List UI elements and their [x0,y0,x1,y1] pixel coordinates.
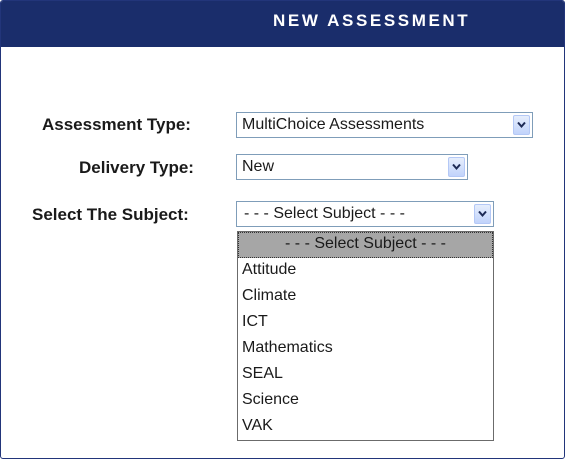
assessment-type-label: Assessment Type: [42,115,191,134]
chevron-down-icon [517,121,526,129]
delivery-type-value: New [242,158,275,175]
subject-option[interactable]: Mathematics [238,336,493,362]
subject-option[interactable]: Science [238,388,493,414]
assessment-type-value: MultiChoice Assessments [242,116,425,133]
chevron-down-icon [452,163,461,171]
delivery-type-dropdown-button[interactable] [448,157,465,177]
subject-select[interactable]: - - - Select Subject - - - [236,201,494,227]
chevron-down-icon [478,210,487,218]
subject-option[interactable]: Attitude [238,258,493,284]
new-assessment-panel: NEW ASSESSMENT Assessment Type: MultiCho… [0,0,565,459]
subject-option[interactable]: - - - Select Subject - - - [238,232,493,258]
assessment-type-dropdown-button[interactable] [513,115,530,135]
delivery-type-select[interactable]: New [236,154,468,180]
subject-label: Select The Subject: [32,205,189,224]
page-title: NEW ASSESSMENT [273,11,471,30]
subject-option[interactable]: Climate [238,284,493,310]
subject-value: - - - Select Subject - - - [244,205,405,222]
assessment-type-select[interactable]: MultiChoice Assessments [236,112,533,138]
subject-option[interactable]: ICT [238,310,493,336]
subject-option[interactable]: VAK [238,414,493,440]
subject-dropdown-list[interactable]: - - - Select Subject - - - Attitude Clim… [237,231,494,441]
subject-dropdown-button[interactable] [474,204,491,224]
subject-option[interactable]: SEAL [238,362,493,388]
delivery-type-label: Delivery Type: [79,158,194,177]
panel-header: NEW ASSESSMENT [1,1,564,47]
